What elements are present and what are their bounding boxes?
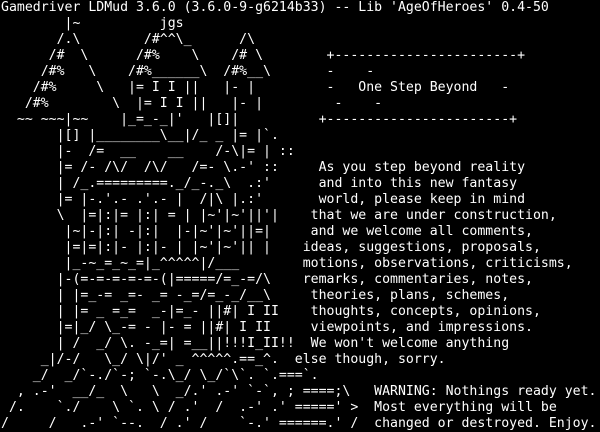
terminal-line: _|/-/ \_/ \|/' _ ^^^^^.==_^. else though… (1, 352, 446, 367)
terminal-line: |=|=|:|- |:|- | |~'|~'|| | ideas, sugges… (1, 240, 541, 255)
terminal-line: /.\ /#^^\_ /\ (1, 32, 256, 47)
terminal-line: /# \ /#% \ /# \ +-----------------------… (1, 48, 526, 63)
terminal-line: |[] |________\__|/_ _ |= |`. (1, 128, 279, 143)
terminal-line: ~~ ~~~|~~ |_=_-_|' |[]| +---------------… (1, 112, 518, 127)
terminal-line: | |= _ =_= _-|=_- ||#| I II thoughts, co… (1, 304, 541, 319)
terminal-line: | / _/ \. -_=| =__||!!!I_II!! We won't w… (1, 336, 510, 351)
terminal-line: |~ jgs (1, 16, 184, 31)
terminal-output: Gamedriver LDMud 3.6.0 (3.6.0-9-g6214b33… (0, 0, 600, 432)
driver-banner-line: Gamedriver LDMud 3.6.0 (3.6.0-9-g6214b33… (1, 0, 549, 15)
terminal-line: \ |=|:|= |:| = | |~'|~'||'| that we are … (1, 208, 557, 223)
terminal-line: _/ _/`-./`-; `-.\_/ \_/`\`. `.===`. (1, 368, 319, 383)
terminal-line: / / .-' `--. / .' / `-.' ======.' / chan… (1, 416, 597, 431)
terminal-line: /. `./ \ `. \ / .' / .-' .' =====' > Mos… (1, 400, 557, 415)
terminal-line: |-(=-=-=-=-=-(|=====/=_-=/\ remarks, com… (1, 272, 533, 287)
terminal-line: |- /= __ __ /-\|= | :: (1, 144, 295, 159)
terminal-line: |=|_/ \_-= - |- = ||#| I II viewpoints, … (1, 320, 533, 335)
terminal-line: /#% \ |= I I || |- | - - (1, 96, 383, 111)
terminal-line: , .-' __/_ \ \ _/.' .-' `-`, ; ====;\ WA… (1, 384, 597, 399)
terminal-window[interactable]: Gamedriver LDMud 3.6.0 (3.6.0-9-g6214b33… (0, 0, 600, 432)
terminal-line: | |=_-= _=- _= -_=/=_-_/__\ theories, pl… (1, 288, 510, 303)
terminal-line: /#% \ /#%______\ /#%__\ - - (1, 64, 375, 79)
terminal-line: /#% \ |= I I || |- | - One Step Beyond - (1, 80, 510, 95)
terminal-line: |_-~_=_~_=|_^^^^^|/___ motions, observat… (1, 256, 573, 271)
terminal-line: | /_.=========._/_-._\ .:' and into this… (1, 176, 518, 191)
terminal-line: |= /- /\/ /\/ /=- \.-' :: As you step be… (1, 160, 526, 175)
terminal-line: |~|-|:| -|:| |-|~'|~'||=| and we welcome… (1, 224, 533, 239)
terminal-line: |= |-.'.- .'.- | /|\ |.:' world, please … (1, 192, 526, 207)
